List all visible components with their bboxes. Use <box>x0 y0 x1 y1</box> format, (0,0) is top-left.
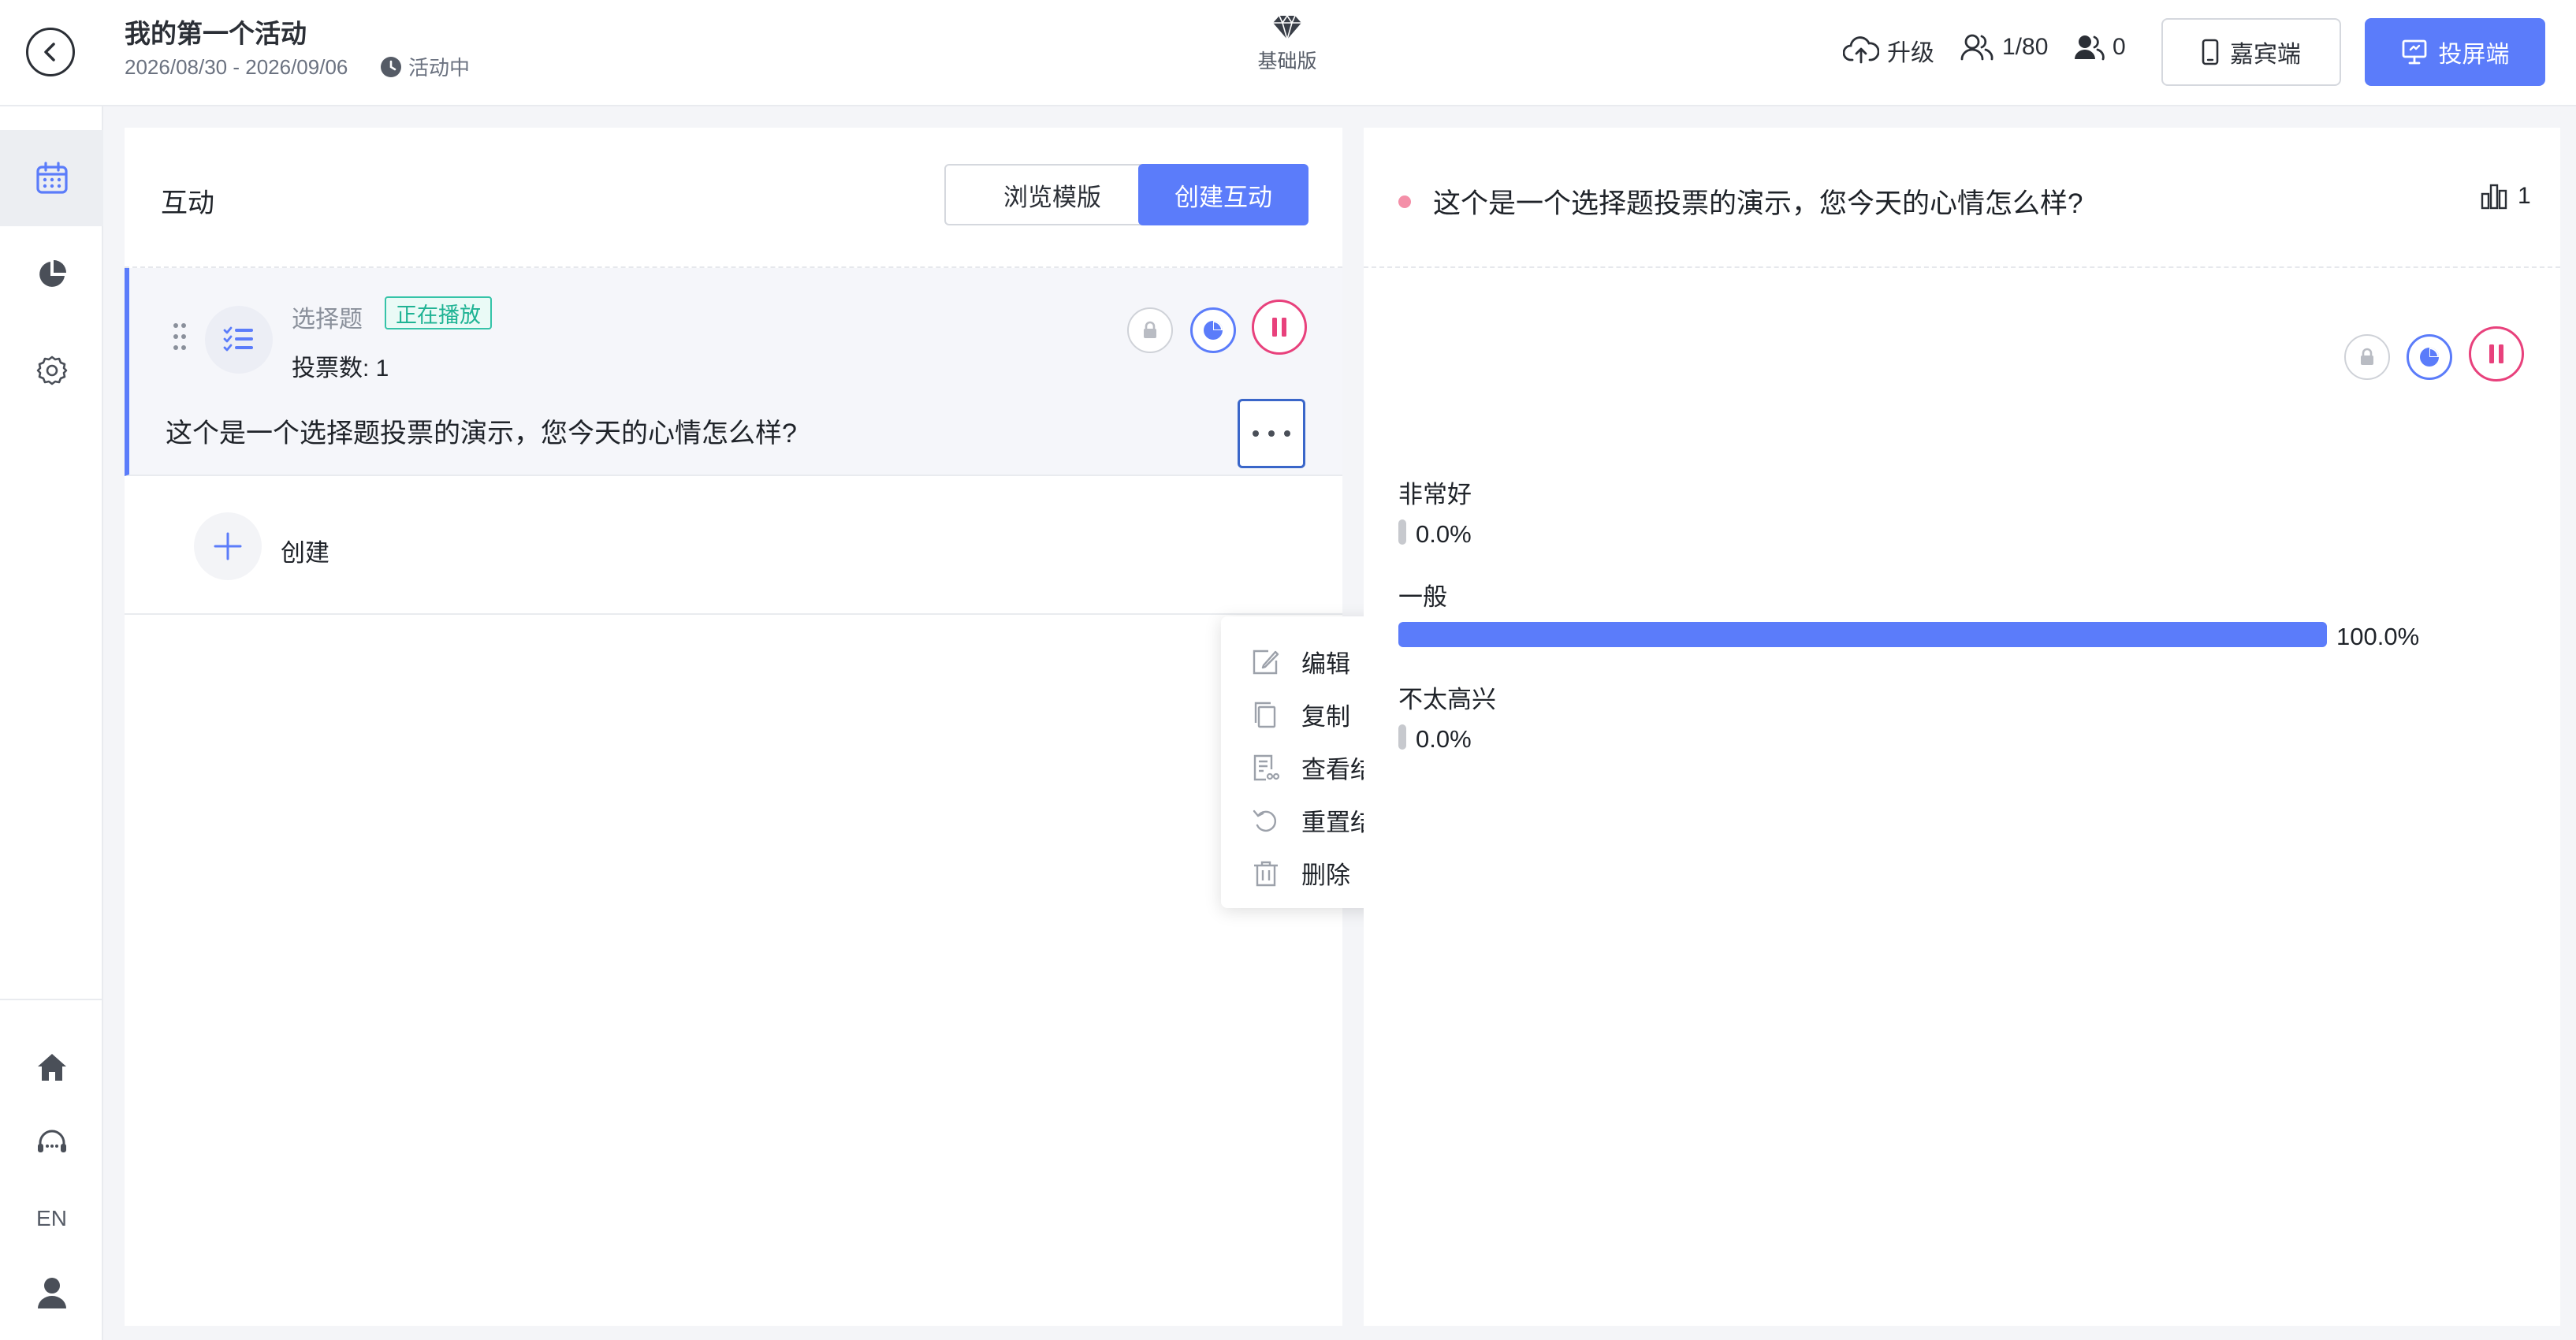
bar-chart-icon <box>2481 184 2507 210</box>
more-options-button[interactable] <box>1238 399 1305 468</box>
guest-client-label: 嘉宾端 <box>2230 42 2301 68</box>
lock-icon <box>1144 321 1156 338</box>
plan-badge[interactable]: 基础版 <box>1253 14 1321 74</box>
option-bar <box>1398 519 1406 545</box>
rail-item-settings[interactable] <box>0 322 103 419</box>
cloud-upload-icon <box>1843 36 1879 64</box>
interaction-card[interactable]: 选择题 正在播放 投票数: 1 这个是一个选择题投票的演示，您今天的心情怎么样? <box>125 268 1342 476</box>
pie-chart-icon <box>2420 348 2439 367</box>
option-percent: 0.0% <box>1416 725 1472 753</box>
pie-chart-icon <box>1204 321 1223 340</box>
lock-icon <box>2361 348 2373 365</box>
presentation-icon <box>2402 39 2426 65</box>
interactions-panel: 互动 浏览模版 创建互动 选择题 正在播放 投票数: 1 这个是一个选择题投票的… <box>125 128 1432 1326</box>
results-panel: 这个是一个选择题投票的演示，您今天的心情怎么样? 1 非常好 0.0% 一般 1… <box>1364 128 2560 1326</box>
panel-title: 互动 <box>161 188 214 218</box>
pause-button[interactable] <box>2469 326 2524 382</box>
question-type-label: 选择题 <box>292 307 363 333</box>
guests-count: 0 <box>2113 34 2126 60</box>
option-percent: 100.0% <box>2336 623 2420 650</box>
rail-item-language[interactable]: EN <box>0 1185 103 1253</box>
headset-icon <box>37 1130 66 1152</box>
activity-status-label: 活动中 <box>408 56 471 80</box>
guest-icon <box>2075 35 2105 61</box>
upgrade-link[interactable]: 升级 <box>1843 33 1934 68</box>
activity-title: 我的第一个活动 <box>125 19 307 48</box>
pause-button[interactable] <box>1252 300 1307 355</box>
rail-item-home[interactable] <box>0 1033 103 1101</box>
option-label: 非常好 <box>1398 481 1472 508</box>
menu-item-label: 复制 <box>1301 703 1350 731</box>
pie-chart-icon <box>39 260 66 287</box>
more-horizontal-icon <box>1253 430 1290 437</box>
projection-label: 投屏端 <box>2438 42 2510 68</box>
lock-button[interactable] <box>2344 334 2390 380</box>
lock-button[interactable] <box>1127 307 1173 353</box>
chevron-left-icon <box>44 43 55 61</box>
results-vote-total: 1 <box>2480 183 2531 210</box>
online-users[interactable]: 1/80 <box>1960 33 2048 61</box>
rail-item-calendar[interactable] <box>0 130 103 226</box>
menu-item-label: 编辑 <box>1301 650 1350 678</box>
document-view-icon <box>1253 754 1280 780</box>
option-label: 不太高兴 <box>1398 686 1496 713</box>
guest-count[interactable]: 0 <box>2073 33 2126 61</box>
users-count: 1/80 <box>2002 34 2049 60</box>
create-row[interactable]: 创建 <box>125 478 1342 615</box>
copy-icon <box>1254 702 1276 728</box>
top-bar: 我的第一个活动 2026/08/30 - 2026/09/06 活动中 基础版 … <box>0 0 2576 106</box>
results-button[interactable] <box>2407 334 2452 380</box>
question-text: 这个是一个选择题投票的演示，您今天的心情怎么样? <box>166 419 797 449</box>
option-bar <box>1398 724 1406 750</box>
create-row-label: 创建 <box>281 539 329 567</box>
back-button[interactable] <box>26 28 75 76</box>
reset-icon <box>1253 810 1277 832</box>
create-interaction-button[interactable]: 创建互动 <box>1138 164 1308 225</box>
choice-type-icon <box>205 306 273 374</box>
pause-icon <box>2489 344 2503 363</box>
results-question: 这个是一个选择题投票的演示，您今天的心情怎么样? <box>1433 188 2083 219</box>
language-label: EN <box>36 1206 67 1230</box>
activity-status: 活动中 <box>380 52 470 81</box>
calendar-icon <box>35 162 68 194</box>
users-icon <box>1960 34 1993 61</box>
vote-total-value: 1 <box>2518 183 2531 209</box>
plus-icon <box>194 512 262 580</box>
results-button[interactable] <box>1190 307 1236 353</box>
clock-icon <box>381 56 401 77</box>
rail-item-support[interactable] <box>0 1109 103 1177</box>
rail-divider <box>0 999 103 1000</box>
trash-icon <box>1254 861 1278 886</box>
guest-client-button[interactable]: 嘉宾端 <box>2161 18 2341 86</box>
activity-dates: 2026/08/30 - 2026/09/06 <box>125 55 348 79</box>
plan-label: 基础版 <box>1257 50 1317 73</box>
rail-item-statistics[interactable] <box>0 226 103 322</box>
status-dot <box>1398 195 1411 208</box>
rail-item-profile[interactable] <box>0 1259 103 1327</box>
results-header-divider <box>1364 266 2560 268</box>
status-badge: 正在播放 <box>385 296 492 329</box>
edit-icon <box>1253 650 1279 674</box>
option-label: 一般 <box>1398 583 1447 611</box>
drag-handle-icon[interactable] <box>172 322 188 352</box>
gear-icon <box>36 355 67 385</box>
vote-count: 投票数: 1 <box>292 355 389 382</box>
pause-icon <box>1272 318 1286 337</box>
user-icon <box>37 1278 66 1308</box>
diamond-icon <box>1273 14 1301 41</box>
option-bar <box>1398 622 2327 647</box>
left-rail: EN <box>0 106 103 1340</box>
projection-button[interactable]: 投屏端 <box>2365 18 2545 86</box>
home-icon <box>37 1054 66 1081</box>
menu-item-label: 删除 <box>1301 862 1350 889</box>
browse-templates-button[interactable]: 浏览模版 <box>944 164 1160 225</box>
phone-icon <box>2202 39 2219 65</box>
upgrade-label: 升级 <box>1887 40 1934 66</box>
option-percent: 0.0% <box>1416 520 1472 548</box>
